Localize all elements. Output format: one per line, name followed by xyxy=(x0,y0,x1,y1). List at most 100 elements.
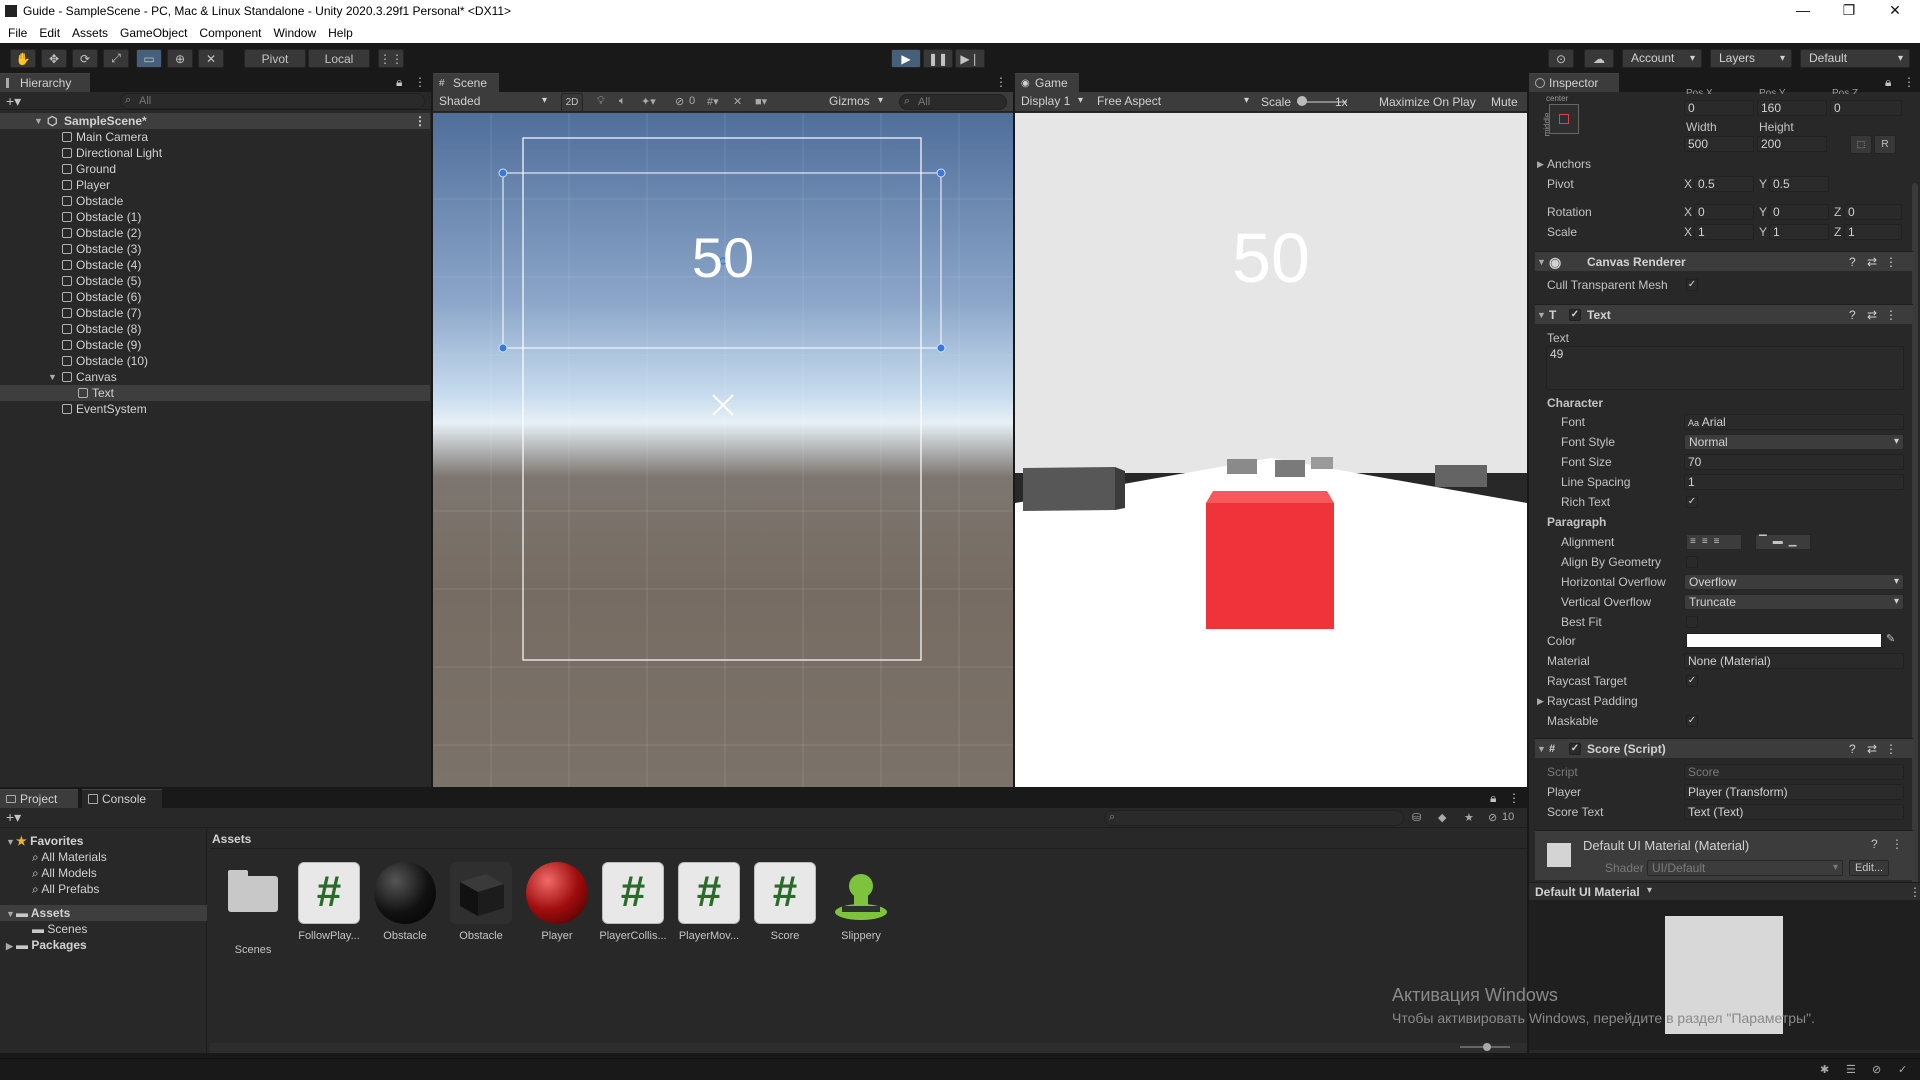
foldout-arrow-icon[interactable]: ▼ xyxy=(1537,739,1546,759)
hierarchy-item[interactable]: Obstacle (1) xyxy=(0,209,430,225)
v-overflow-dropdown[interactable]: Truncate xyxy=(1684,594,1904,610)
component-menu-icon[interactable]: ⋮ xyxy=(1891,837,1903,851)
progress-icon[interactable]: ☰ xyxy=(1846,1063,1856,1076)
asset-item[interactable]: Slippery xyxy=(826,862,896,942)
asset-item[interactable]: # FollowPlay... xyxy=(294,862,364,942)
score-component-header[interactable]: ▼ # ✓ Score (Script) ? ⇄ ⋮ xyxy=(1535,738,1913,758)
account-dropdown[interactable]: Account xyxy=(1622,49,1702,68)
display-dropdown[interactable]: Display 1 xyxy=(1017,94,1087,110)
panel-menu-icon[interactable]: ⋮ xyxy=(995,75,1007,89)
search-by-type-icon[interactable]: ⛁ xyxy=(1412,811,1421,824)
breadcrumb-assets[interactable]: Assets xyxy=(212,832,251,846)
favorites-star-icon[interactable]: ★ xyxy=(1464,811,1474,824)
expand-arrow-icon[interactable]: ▼ xyxy=(34,113,44,129)
color-swatch[interactable] xyxy=(1686,633,1882,648)
menu-help[interactable]: Help xyxy=(328,26,353,40)
component-menu-icon[interactable]: ⋮ xyxy=(1885,252,1897,272)
panel-menu-icon[interactable]: ⋮ xyxy=(1903,75,1915,89)
asset-item[interactable]: Obstacle xyxy=(446,862,516,942)
lock-icon[interactable]: 🔒︎ xyxy=(396,75,402,90)
assets-folder-row[interactable]: ▼▬ Assets xyxy=(0,905,207,921)
cloud-icon[interactable]: ☁ xyxy=(1584,49,1614,68)
menu-edit[interactable]: Edit xyxy=(39,26,60,40)
grid-icon[interactable]: #▾ xyxy=(707,95,719,108)
preset-icon[interactable]: ⇄ xyxy=(1867,305,1877,325)
anchor-preset[interactable]: center middle xyxy=(1541,94,1581,142)
posz-field[interactable]: 0 xyxy=(1830,100,1902,116)
scene-root-row[interactable]: ▼ ⬡ SampleScene* ⋮ xyxy=(0,113,430,129)
expand-arrow-icon[interactable]: ▼ xyxy=(6,834,16,850)
scale-slider-thumb[interactable] xyxy=(1297,96,1307,106)
debug-icon[interactable]: ✱ xyxy=(1820,1063,1829,1076)
maximize-button[interactable]: ❐ xyxy=(1826,0,1872,22)
rich-text-checkbox[interactable]: ✓ xyxy=(1686,496,1698,508)
transform-tool-icon[interactable]: ⊕ xyxy=(167,49,193,68)
menu-component[interactable]: Component xyxy=(199,26,261,40)
hierarchy-item[interactable]: Obstacle xyxy=(0,193,430,209)
hierarchy-item[interactable]: Ground xyxy=(0,161,430,177)
hierarchy-item[interactable]: ▼ Canvas xyxy=(0,369,430,385)
hierarchy-item[interactable]: Obstacle (7) xyxy=(0,305,430,321)
pivot-y-field[interactable]: 0.5 xyxy=(1769,176,1829,192)
foldout-arrow-icon[interactable]: ▼ xyxy=(1537,252,1546,272)
hierarchy-item[interactable]: Obstacle (9) xyxy=(0,337,430,353)
preset-icon[interactable]: ⇄ xyxy=(1867,739,1877,759)
width-field[interactable]: 500 xyxy=(1684,136,1754,152)
canvas-renderer-header[interactable]: ▼ ◉ Canvas Renderer ? ⇄ ⋮ xyxy=(1535,251,1913,271)
help-icon[interactable]: ? xyxy=(1849,305,1856,325)
shader-edit-button[interactable]: Edit... xyxy=(1849,860,1889,876)
hierarchy-item-eventsystem[interactable]: EventSystem xyxy=(0,401,430,417)
shading-mode-dropdown[interactable]: Shaded xyxy=(435,94,551,110)
component-menu-icon[interactable]: ⋮ xyxy=(1885,739,1897,759)
thumbnail-size-thumb[interactable] xyxy=(1483,1043,1491,1051)
rotation-z-field[interactable]: 0 xyxy=(1844,204,1902,220)
pivot-x-field[interactable]: 0.5 xyxy=(1694,176,1754,192)
lock-icon[interactable]: 🔒︎ xyxy=(1490,791,1496,806)
hierarchy-item[interactable]: Obstacle (6) xyxy=(0,289,430,305)
mute-toggle[interactable]: Mute xyxy=(1491,95,1518,109)
hierarchy-item[interactable]: Main Camera xyxy=(0,129,430,145)
text-value-field[interactable]: 49 xyxy=(1546,346,1904,390)
step-button[interactable]: ▶❘ xyxy=(955,49,985,68)
inspector-scrollbar[interactable] xyxy=(1912,183,1918,943)
asset-item[interactable]: # Score xyxy=(750,862,820,942)
effects-icon[interactable]: ✦▾ xyxy=(641,95,656,108)
text-component-header[interactable]: ▼ T ✓ Text ? ⇄ ⋮ xyxy=(1535,304,1913,324)
menu-assets[interactable]: Assets xyxy=(72,26,108,40)
font-style-dropdown[interactable]: Normal xyxy=(1684,434,1904,450)
move-tool-icon[interactable]: ✥ xyxy=(41,49,67,68)
hierarchy-item-text[interactable]: Text xyxy=(0,385,430,401)
help-icon[interactable]: ? xyxy=(1849,252,1856,272)
layout-dropdown[interactable]: Default xyxy=(1800,49,1910,68)
align-geometry-checkbox[interactable] xyxy=(1686,556,1698,568)
rect-tool-icon[interactable]: ▭ xyxy=(136,49,162,68)
font-field[interactable]: Aa Arial xyxy=(1684,414,1904,430)
height-field[interactable]: 200 xyxy=(1757,136,1827,152)
tools-icon[interactable]: ✕ xyxy=(733,95,742,108)
search-by-label-icon[interactable]: ◆ xyxy=(1438,811,1446,824)
camera-icon[interactable]: ■▾ xyxy=(755,95,767,108)
raycast-padding-label[interactable]: Raycast Padding xyxy=(1547,692,1638,710)
asset-item[interactable]: Player xyxy=(522,862,592,942)
minimize-button[interactable]: — xyxy=(1780,0,1826,22)
shader-dropdown[interactable]: UI/Default xyxy=(1647,860,1843,876)
hierarchy-search-input[interactable]: All xyxy=(120,93,425,109)
help-icon[interactable]: ? xyxy=(1871,837,1878,851)
lock-icon[interactable]: 🔒︎ xyxy=(1885,75,1891,90)
tab-scene[interactable]: # Scene xyxy=(433,73,499,92)
preview-header[interactable]: Default UI Material ▾ ⋮ xyxy=(1529,882,1920,900)
raw-edit-button[interactable]: R xyxy=(1874,135,1896,154)
blueprint-mode-button[interactable]: ⬚ xyxy=(1850,135,1872,154)
scene-search-input[interactable]: All xyxy=(899,94,1007,110)
raycast-target-checkbox[interactable]: ✓ xyxy=(1686,675,1698,687)
scene-ui-text[interactable]: 50 xyxy=(633,225,813,290)
toggle-2d-button[interactable]: 2D xyxy=(561,93,583,112)
vertical-alignment-buttons[interactable]: ▔▬▁ xyxy=(1755,534,1811,550)
tab-project[interactable]: Project xyxy=(0,789,78,808)
hierarchy-item[interactable]: Obstacle (3) xyxy=(0,241,430,257)
panel-menu-icon[interactable]: ⋮ xyxy=(1508,791,1520,805)
auto-gen-lighting-icon[interactable]: ⊘ xyxy=(1872,1063,1881,1076)
help-icon[interactable]: ? xyxy=(1849,739,1856,759)
preview-menu-icon[interactable]: ⋮ xyxy=(1909,885,1920,899)
font-size-field[interactable]: 70 xyxy=(1684,454,1904,470)
